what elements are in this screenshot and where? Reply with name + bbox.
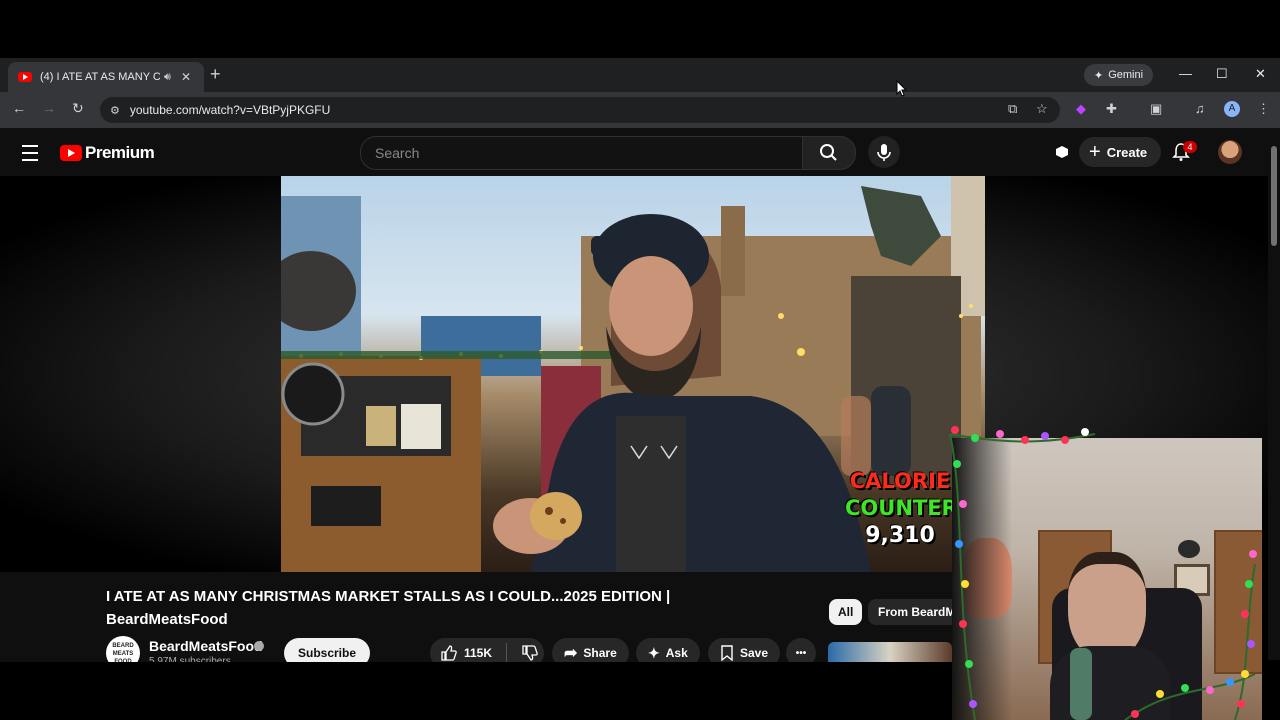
create-button[interactable]: + Create: [1079, 137, 1162, 167]
voice-search-button[interactable]: [868, 136, 900, 168]
thumbs-down-icon: [522, 645, 538, 661]
browser-tab-youtube[interactable]: (4) I ATE AT AS MANY CHRI 🔊︎ ✕: [8, 62, 204, 92]
extension-purple-icon[interactable]: ◆: [1076, 101, 1086, 117]
youtube-premium-logo-text[interactable]: Premium: [85, 143, 155, 163]
address-bar[interactable]: ⚙ youtube.com/watch?v=VBtPyjPKGFU: [100, 97, 1060, 123]
share-label: Share: [583, 646, 617, 660]
streamer-body: [1050, 646, 1170, 720]
reload-icon[interactable]: ↻: [72, 100, 84, 117]
wall-clock: [1178, 540, 1200, 558]
hamburger-menu-icon[interactable]: [22, 145, 38, 161]
browser-menu-icon[interactable]: ⋮: [1257, 101, 1270, 117]
user-avatar[interactable]: [1218, 140, 1242, 164]
minimize-icon[interactable]: —: [1179, 66, 1192, 81]
close-window-icon[interactable]: ✕: [1255, 66, 1266, 82]
calorie-counter-overlay: CALORIE COUNTER 9,310: [845, 468, 958, 549]
webcam-door-right: [1214, 530, 1262, 674]
channel-name[interactable]: BeardMeatsFood: [149, 638, 263, 654]
save-label: Save: [740, 646, 769, 660]
like-count: 115K: [464, 646, 493, 660]
search-input[interactable]: [373, 144, 777, 162]
like-button[interactable]: 115K: [430, 644, 492, 662]
site-info-icon[interactable]: ⚙: [110, 104, 120, 117]
screen-bottom-bar: [0, 662, 952, 720]
browser-profile-avatar[interactable]: A: [1224, 101, 1240, 117]
speaker-icon[interactable]: 🔊︎: [164, 71, 171, 84]
youtube-logo-icon[interactable]: [60, 145, 82, 161]
gemini-label: Gemini: [1108, 69, 1144, 81]
install-app-icon[interactable]: ⧉: [1008, 101, 1017, 117]
close-tab-icon[interactable]: ✕: [181, 70, 191, 84]
glass-bong: [1070, 648, 1092, 720]
calorie-counter-value: 9,310: [865, 523, 935, 548]
webcam-overlay: [952, 438, 1262, 720]
filter-chip-from-channel[interactable]: From BeardMeatsFood: [868, 599, 962, 625]
calorie-counter-line2: COUNTER: [845, 496, 958, 520]
forward-arrow-icon[interactable]: →: [42, 100, 56, 116]
youtube-favicon-icon: [18, 72, 32, 82]
notification-count-badge: 4: [1183, 141, 1197, 153]
ask-label: Ask: [665, 646, 688, 660]
screen: (4) I ATE AT AS MANY CHRI 🔊︎ ✕ + ✦ Gemin…: [0, 0, 1280, 720]
tab-title: (4) I ATE AT AS MANY CHRI: [40, 71, 160, 83]
like-divider: [506, 643, 508, 663]
dislike-button[interactable]: [513, 644, 539, 662]
gemini-button[interactable]: ✦ Gemini: [1084, 64, 1154, 86]
url-text: youtube.com/watch?v=VBtPyjPKGFU: [129, 103, 331, 117]
youtube-studio-icon[interactable]: [1053, 143, 1071, 161]
calorie-counter-line1: CALORIE: [849, 469, 951, 493]
recommended-video-thumbnail[interactable]: [828, 642, 952, 662]
back-arrow-icon[interactable]: ←: [12, 100, 26, 116]
bookmark-star-icon[interactable]: ☆: [1036, 101, 1048, 117]
media-controls-icon[interactable]: ♫: [1195, 101, 1205, 116]
extensions-puzzle-icon[interactable]: ✚: [1106, 101, 1117, 117]
side-panel-icon[interactable]: ▣: [1150, 101, 1162, 117]
ask-sparkle-icon: ✦: [648, 644, 660, 661]
share-arrow-icon: ➦: [564, 645, 578, 662]
plus-icon: +: [1089, 141, 1101, 163]
maximize-icon[interactable]: ☐: [1216, 66, 1228, 82]
new-tab-button[interactable]: +: [210, 64, 221, 85]
cam-left-dark: [952, 438, 1012, 720]
gemini-sparkle-icon: ✦: [1094, 69, 1104, 82]
create-label: Create: [1106, 144, 1148, 160]
thumbs-up-icon: [441, 645, 457, 661]
search-box[interactable]: [360, 136, 804, 170]
verified-badge-icon: [254, 641, 264, 651]
bookmark-icon: [721, 645, 733, 661]
mouse-cursor-icon: [896, 80, 908, 97]
search-icon: [820, 144, 837, 161]
scrollbar-thumb[interactable]: [1271, 146, 1277, 246]
search-button[interactable]: [802, 136, 856, 170]
filter-chip-all[interactable]: All: [829, 599, 863, 625]
streamer-head: [1068, 552, 1146, 660]
video-title: I ATE AT AS MANY CHRISTMAS MARKET STALLS…: [106, 588, 671, 628]
microphone-icon: [877, 144, 891, 161]
